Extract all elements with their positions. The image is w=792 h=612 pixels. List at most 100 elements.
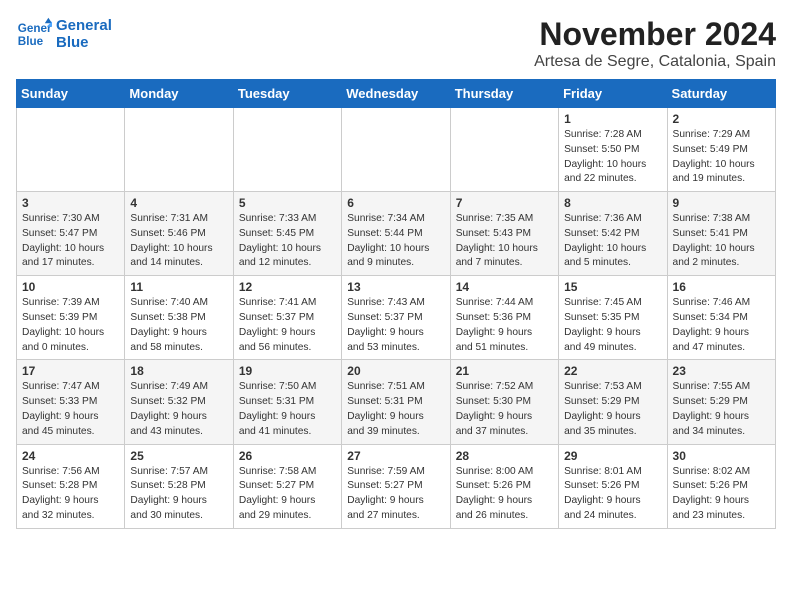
calendar-cell: 29 Sunrise: 8:01 AMSunset: 5:26 PMDayligh… [559, 444, 667, 528]
day-number: 9 [673, 196, 770, 210]
day-number: 7 [456, 196, 553, 210]
day-info: Sunrise: 8:02 AMSunset: 5:26 PMDaylight:… [673, 465, 770, 524]
day-number: 29 [564, 449, 661, 463]
svg-text:Blue: Blue [18, 35, 44, 48]
calendar-cell: 7 Sunrise: 7:35 AMSunset: 5:43 PMDaylight… [450, 192, 558, 276]
day-info: Sunrise: 7:59 AMSunset: 5:27 PMDaylight:… [347, 465, 444, 524]
day-number: 19 [239, 364, 336, 378]
calendar-cell: 12 Sunrise: 7:41 AMSunset: 5:37 PMDayligh… [233, 276, 341, 360]
day-info: Sunrise: 7:40 AMSunset: 5:38 PMDaylight:… [130, 296, 227, 355]
day-info: Sunrise: 8:01 AMSunset: 5:26 PMDaylight:… [564, 465, 661, 524]
calendar-cell: 19Sunrise: 7:50 AMSunset: 5:31 PMDayligh… [233, 360, 341, 444]
day-number: 17 [22, 364, 119, 378]
day-info: Sunrise: 7:46 AMSunset: 5:34 PMDaylight:… [673, 296, 770, 355]
day-number: 8 [564, 196, 661, 210]
calendar-cell: 9 Sunrise: 7:38 AMSunset: 5:41 PMDaylight… [667, 192, 775, 276]
calendar-cell: 8Sunrise: 7:36 AMSunset: 5:42 PMDaylight… [559, 192, 667, 276]
calendar-cell: 3 Sunrise: 7:30 AMSunset: 5:47 PMDaylight… [17, 192, 125, 276]
calendar-cell [125, 108, 233, 192]
day-number: 1 [564, 112, 661, 126]
day-number: 13 [347, 280, 444, 294]
day-number: 16 [673, 280, 770, 294]
calendar-cell: 30 Sunrise: 8:02 AMSunset: 5:26 PMDayligh… [667, 444, 775, 528]
day-info: Sunrise: 7:34 AMSunset: 5:44 PMDaylight:… [347, 212, 444, 271]
day-number: 27 [347, 449, 444, 463]
title-block: November 2024 Artesa de Segre, Catalonia… [534, 16, 776, 71]
day-info: Sunrise: 7:29 AMSunset: 5:49 PMDaylight:… [673, 128, 770, 187]
day-number: 22 [564, 364, 661, 378]
day-info: Sunrise: 7:47 AMSunset: 5:33 PMDaylight:… [22, 380, 119, 439]
day-info: Sunrise: 7:49 AMSunset: 5:32 PMDaylight:… [130, 380, 227, 439]
day-number: 14 [456, 280, 553, 294]
day-number: 25 [130, 449, 227, 463]
logo-line1: General [56, 17, 112, 34]
day-number: 5 [239, 196, 336, 210]
calendar-cell: 28 Sunrise: 8:00 AMSunset: 5:26 PMDayligh… [450, 444, 558, 528]
day-info: Sunrise: 7:45 AMSunset: 5:35 PMDaylight:… [564, 296, 661, 355]
calendar-cell: 18Sunrise: 7:49 AMSunset: 5:32 PMDayligh… [125, 360, 233, 444]
calendar-cell: 2 Sunrise: 7:29 AMSunset: 5:49 PMDaylight… [667, 108, 775, 192]
calendar-week-5: 24 Sunrise: 7:56 AMSunset: 5:28 PMDayligh… [17, 444, 776, 528]
day-number: 2 [673, 112, 770, 126]
day-number: 23 [673, 364, 770, 378]
calendar-table: SundayMondayTuesdayWednesdayThursdayFrid… [16, 79, 776, 529]
calendar-cell: 14 Sunrise: 7:44 AMSunset: 5:36 PMDayligh… [450, 276, 558, 360]
day-info: Sunrise: 7:52 AMSunset: 5:30 PMDaylight:… [456, 380, 553, 439]
calendar-cell: 10 Sunrise: 7:39 AMSunset: 5:39 PMDayligh… [17, 276, 125, 360]
page-header: General Blue General Blue November 2024 … [16, 16, 776, 71]
day-info: Sunrise: 7:30 AMSunset: 5:47 PMDaylight:… [22, 212, 119, 271]
day-number: 30 [673, 449, 770, 463]
calendar-body: 1 Sunrise: 7:28 AMSunset: 5:50 PMDaylight… [17, 108, 776, 529]
calendar-week-1: 1 Sunrise: 7:28 AMSunset: 5:50 PMDaylight… [17, 108, 776, 192]
day-number: 10 [22, 280, 119, 294]
day-number: 24 [22, 449, 119, 463]
day-info: Sunrise: 7:53 AMSunset: 5:29 PMDaylight:… [564, 380, 661, 439]
weekday-thursday: Thursday [450, 80, 558, 108]
calendar-week-4: 17 Sunrise: 7:47 AMSunset: 5:33 PMDayligh… [17, 360, 776, 444]
day-info: Sunrise: 7:55 AMSunset: 5:29 PMDaylight:… [673, 380, 770, 439]
calendar-cell [17, 108, 125, 192]
logo-icon: General Blue [16, 16, 52, 52]
day-number: 28 [456, 449, 553, 463]
day-number: 11 [130, 280, 227, 294]
weekday-saturday: Saturday [667, 80, 775, 108]
calendar-cell: 13 Sunrise: 7:43 AMSunset: 5:37 PMDayligh… [342, 276, 450, 360]
day-info: Sunrise: 7:31 AMSunset: 5:46 PMDaylight:… [130, 212, 227, 271]
calendar-cell: 20Sunrise: 7:51 AMSunset: 5:31 PMDayligh… [342, 360, 450, 444]
calendar-cell: 4Sunrise: 7:31 AMSunset: 5:46 PMDaylight… [125, 192, 233, 276]
day-info: Sunrise: 7:56 AMSunset: 5:28 PMDaylight:… [22, 465, 119, 524]
svg-text:General: General [18, 22, 52, 35]
day-number: 3 [22, 196, 119, 210]
calendar-cell [233, 108, 341, 192]
logo-line2: Blue [56, 34, 112, 51]
day-info: Sunrise: 7:39 AMSunset: 5:39 PMDaylight:… [22, 296, 119, 355]
day-info: Sunrise: 7:28 AMSunset: 5:50 PMDaylight:… [564, 128, 661, 187]
calendar-cell: 17 Sunrise: 7:47 AMSunset: 5:33 PMDayligh… [17, 360, 125, 444]
calendar-cell: 16 Sunrise: 7:46 AMSunset: 5:34 PMDayligh… [667, 276, 775, 360]
weekday-sunday: Sunday [17, 80, 125, 108]
day-info: Sunrise: 7:41 AMSunset: 5:37 PMDaylight:… [239, 296, 336, 355]
day-info: Sunrise: 7:44 AMSunset: 5:36 PMDaylight:… [456, 296, 553, 355]
day-info: Sunrise: 8:00 AMSunset: 5:26 PMDaylight:… [456, 465, 553, 524]
day-info: Sunrise: 7:43 AMSunset: 5:37 PMDaylight:… [347, 296, 444, 355]
day-info: Sunrise: 7:58 AMSunset: 5:27 PMDaylight:… [239, 465, 336, 524]
calendar-cell: 6 Sunrise: 7:34 AMSunset: 5:44 PMDaylight… [342, 192, 450, 276]
day-number: 21 [456, 364, 553, 378]
calendar-cell: 26Sunrise: 7:58 AMSunset: 5:27 PMDayligh… [233, 444, 341, 528]
calendar-cell [450, 108, 558, 192]
calendar-cell: 22 Sunrise: 7:53 AMSunset: 5:29 PMDayligh… [559, 360, 667, 444]
weekday-header-row: SundayMondayTuesdayWednesdayThursdayFrid… [17, 80, 776, 108]
location: Artesa de Segre, Catalonia, Spain [534, 53, 776, 71]
calendar-cell: 27 Sunrise: 7:59 AMSunset: 5:27 PMDayligh… [342, 444, 450, 528]
day-number: 6 [347, 196, 444, 210]
calendar-cell: 24 Sunrise: 7:56 AMSunset: 5:28 PMDayligh… [17, 444, 125, 528]
day-number: 15 [564, 280, 661, 294]
day-info: Sunrise: 7:35 AMSunset: 5:43 PMDaylight:… [456, 212, 553, 271]
day-info: Sunrise: 7:57 AMSunset: 5:28 PMDaylight:… [130, 465, 227, 524]
calendar-cell: 25 Sunrise: 7:57 AMSunset: 5:28 PMDayligh… [125, 444, 233, 528]
day-info: Sunrise: 7:38 AMSunset: 5:41 PMDaylight:… [673, 212, 770, 271]
weekday-tuesday: Tuesday [233, 80, 341, 108]
day-info: Sunrise: 7:51 AMSunset: 5:31 PMDaylight:… [347, 380, 444, 439]
day-number: 12 [239, 280, 336, 294]
calendar-cell: 23 Sunrise: 7:55 AMSunset: 5:29 PMDayligh… [667, 360, 775, 444]
